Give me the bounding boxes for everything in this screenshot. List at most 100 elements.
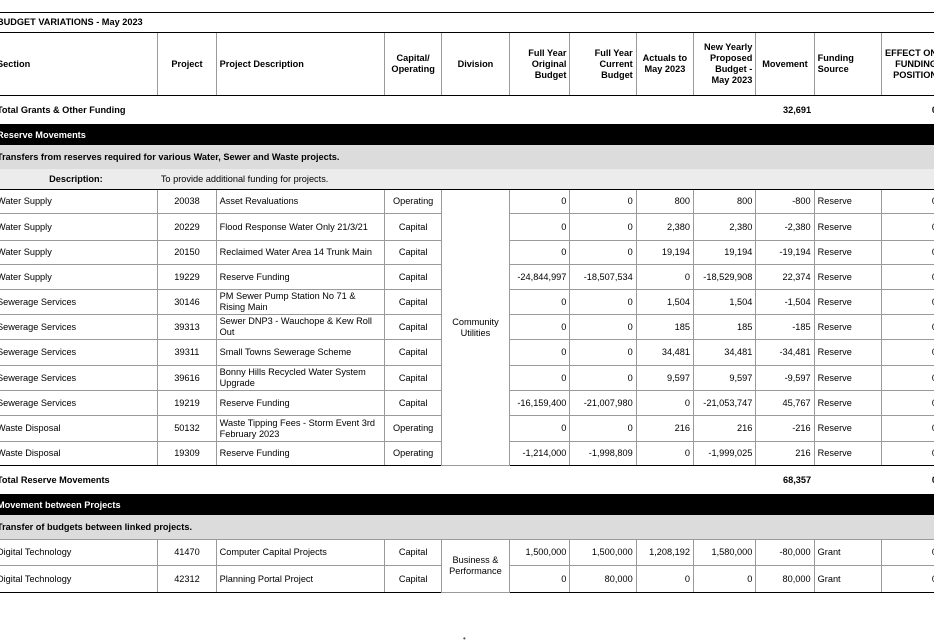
movement-cell: -80,000 bbox=[755, 539, 815, 566]
movement-cell: -800 bbox=[755, 189, 815, 214]
header-movement: Movement bbox=[755, 32, 815, 96]
funding-source-cell: Reserve bbox=[813, 390, 882, 416]
actuals-cell: 0 bbox=[635, 264, 695, 290]
funding-source-cell: Reserve bbox=[813, 365, 882, 391]
movement-cell: -185 bbox=[755, 314, 815, 340]
section-cell: Sewerage Services bbox=[0, 339, 159, 366]
reserve-total-row: Total Reserve Movements68,357 0 bbox=[0, 465, 934, 495]
full-year-current-cell: 0 bbox=[569, 240, 637, 265]
movement-cell: -34,481 bbox=[755, 339, 815, 366]
full-year-current-cell: 0 bbox=[569, 289, 637, 315]
full-year-original-cell: -24,844,997 bbox=[509, 264, 571, 290]
grants-total-row: Total Grants & Other Funding 32,691 0 bbox=[0, 95, 934, 125]
full-year-original-cell: 0 bbox=[509, 339, 571, 366]
projects-subheading: Transfer of budgets between linked proje… bbox=[0, 515, 934, 540]
header-effect: EFFECT ON FUNDING POSITION bbox=[880, 32, 934, 96]
full-year-current-cell: 1,500,000 bbox=[569, 539, 637, 566]
reserve-subheading-row: Transfers from reserves required for var… bbox=[0, 145, 934, 169]
new-yearly-cell: -21,053,747 bbox=[693, 390, 757, 416]
projects-section-bar: Movement between Projects bbox=[0, 494, 934, 515]
effect-cell: 0 bbox=[880, 189, 934, 214]
header-funding-source: Funding Source bbox=[813, 32, 882, 96]
new-yearly-cell: 185 bbox=[693, 314, 757, 340]
funding-source-cell: Grant bbox=[813, 539, 882, 566]
full-year-original-cell: 0 bbox=[509, 289, 571, 315]
grants-total-label: Total Grants & Other Funding bbox=[0, 95, 756, 125]
section-cell: Water Supply bbox=[0, 240, 159, 265]
movement-cell: 216 bbox=[755, 441, 815, 466]
full-year-current-cell: -1,998,809 bbox=[569, 441, 637, 466]
capital-operating-cell: Capital bbox=[384, 314, 442, 340]
project-number-cell: 20150 bbox=[157, 240, 217, 265]
section-cell: Sewerage Services bbox=[0, 390, 159, 416]
project-number-cell: 39311 bbox=[157, 339, 217, 366]
full-year-current-cell: 0 bbox=[569, 365, 637, 391]
funding-source-cell: Grant bbox=[813, 565, 882, 593]
actuals-cell: 0 bbox=[635, 390, 695, 416]
project-number-cell: 42312 bbox=[157, 565, 217, 593]
capital-operating-cell: Capital bbox=[384, 213, 442, 241]
full-year-current-cell: 80,000 bbox=[569, 565, 637, 593]
funding-source-cell: Reserve bbox=[813, 289, 882, 315]
section-cell: Digital Technology bbox=[0, 539, 159, 566]
movement-cell: 80,000 bbox=[755, 565, 815, 593]
capital-operating-cell: Operating bbox=[384, 441, 442, 466]
section-cell: Digital Technology bbox=[0, 565, 159, 593]
actuals-cell: 185 bbox=[635, 314, 695, 340]
effect-cell: 0 bbox=[880, 565, 934, 593]
actuals-cell: 1,504 bbox=[635, 289, 695, 315]
actuals-cell: 0 bbox=[635, 565, 695, 593]
project-number-cell: 30146 bbox=[157, 289, 217, 315]
grants-total-movement: 32,691 bbox=[755, 95, 815, 125]
capital-operating-cell: Capital bbox=[384, 264, 442, 290]
new-yearly-cell: 19,194 bbox=[693, 240, 757, 265]
project-description-cell: Computer Capital Projects bbox=[215, 539, 386, 566]
full-year-original-cell: 0 bbox=[509, 213, 571, 241]
budget-table: BUDGET VARIATIONS - May 2023 Section Pro… bbox=[0, 12, 934, 593]
new-yearly-cell: 9,597 bbox=[693, 365, 757, 391]
movement-cell: -9,597 bbox=[755, 365, 815, 391]
table-row: Water Supply 20038 Asset Revaluations Opera… bbox=[0, 189, 934, 466]
project-description-cell: Bonny Hills Recycled Water System Upgrad… bbox=[215, 365, 386, 391]
reserve-bar-label: Reserve Movements bbox=[0, 124, 934, 145]
header-actuals: Actuals to May 2023 bbox=[635, 32, 695, 96]
reserve-desc-label: Description: bbox=[0, 169, 158, 190]
capital-operating-cell: Capital bbox=[384, 365, 442, 391]
project-number-cell: 19309 bbox=[157, 441, 217, 466]
project-description-cell: Flood Response Water Only 21/3/21 bbox=[215, 213, 386, 241]
actuals-cell: 0 bbox=[635, 441, 695, 466]
movement-cell: 45,767 bbox=[755, 390, 815, 416]
reserve-total-movement: 68,357 bbox=[755, 465, 815, 495]
section-cell: Sewerage Services bbox=[0, 289, 159, 315]
new-yearly-cell: 2,380 bbox=[693, 213, 757, 241]
funding-source-cell: Reserve bbox=[813, 213, 882, 241]
new-yearly-cell: 0 bbox=[693, 565, 757, 593]
header-division: Division bbox=[440, 32, 511, 96]
capital-operating-cell: Operating bbox=[384, 415, 442, 442]
project-description-cell: Reserve Funding bbox=[215, 441, 386, 466]
effect-cell: 0 bbox=[880, 314, 934, 340]
effect-cell: 0 bbox=[880, 289, 934, 315]
funding-source-cell: Reserve bbox=[813, 240, 882, 265]
section-cell: Water Supply bbox=[0, 264, 159, 290]
header-description: Project Description bbox=[215, 32, 386, 96]
full-year-current-cell: 0 bbox=[569, 415, 637, 442]
new-yearly-cell: 1,580,000 bbox=[693, 539, 757, 566]
projects-bar-label: Movement between Projects bbox=[0, 494, 934, 515]
actuals-cell: 2,380 bbox=[635, 213, 695, 241]
full-year-original-cell: 0 bbox=[509, 415, 571, 442]
new-yearly-cell: 800 bbox=[693, 189, 757, 214]
project-description-cell: Reclaimed Water Area 14 Trunk Main bbox=[215, 240, 386, 265]
title-row: BUDGET VARIATIONS - May 2023 bbox=[0, 12, 934, 33]
budget-variations-sheet: BUDGET VARIATIONS - May 2023 Section Pro… bbox=[0, 12, 934, 593]
full-year-original-cell: -1,214,000 bbox=[509, 441, 571, 466]
project-number-cell: 20229 bbox=[157, 213, 217, 241]
effect-cell: 0 bbox=[880, 339, 934, 366]
page-mark: • bbox=[463, 634, 466, 643]
actuals-cell: 19,194 bbox=[635, 240, 695, 265]
reserve-total-effect: 0 bbox=[881, 465, 934, 495]
reserve-description-row: Description: To provide additional fundi… bbox=[0, 169, 934, 190]
sheet-title: BUDGET VARIATIONS - May 2023 bbox=[0, 12, 934, 33]
full-year-current-cell: 0 bbox=[569, 189, 637, 214]
section-cell: Sewerage Services bbox=[0, 314, 159, 340]
